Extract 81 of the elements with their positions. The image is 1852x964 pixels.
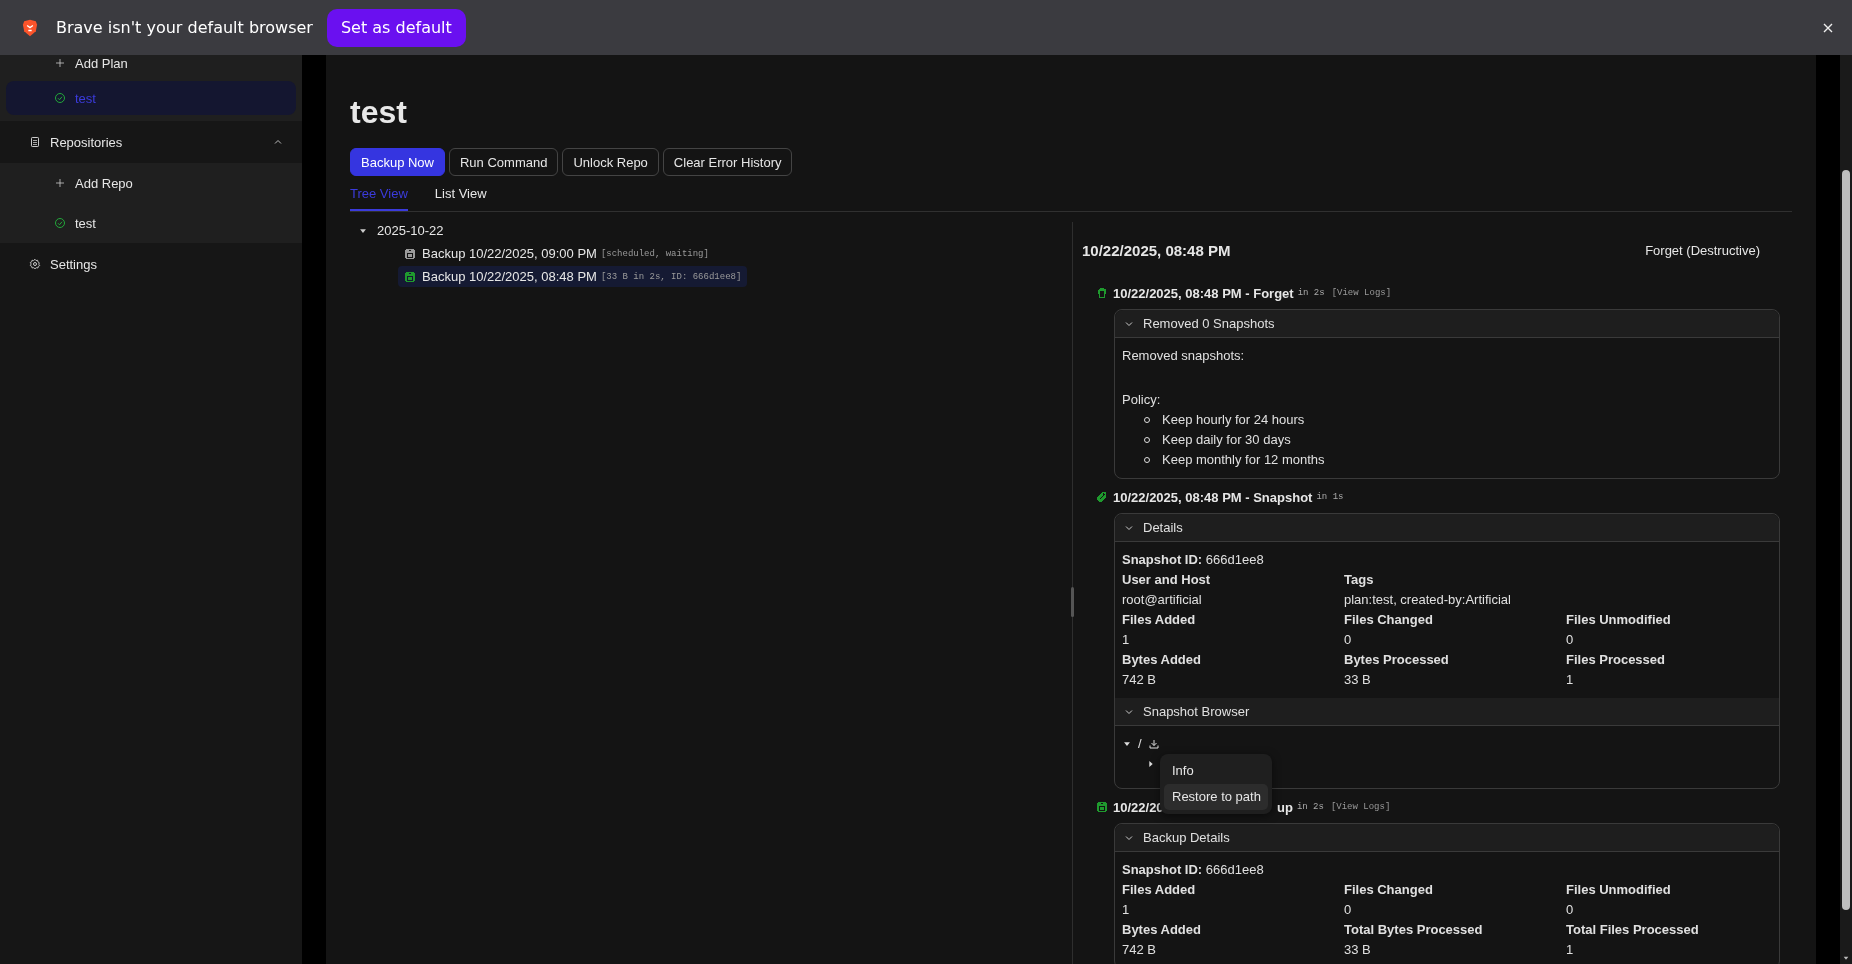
download-icon[interactable]: [1147, 738, 1160, 750]
field-value: 33 B: [1344, 671, 1372, 689]
removed-snapshots-label: Removed snapshots:: [1122, 347, 1246, 365]
field-label: Snapshot ID:: [1122, 862, 1203, 877]
field-label: User and Host: [1122, 571, 1212, 589]
view-logs-link[interactable]: [View Logs]: [1331, 288, 1392, 298]
policy-rule: Keep monthly for 12 months: [1162, 451, 1325, 469]
action-button[interactable]: Clear Error History: [662, 148, 793, 176]
settings-icon: [29, 258, 41, 270]
field-value: 0: [1566, 901, 1575, 919]
policy-rule: Keep daily for 30 days: [1162, 431, 1291, 449]
resize-handle[interactable]: [1071, 587, 1074, 617]
field-label: Files Added: [1122, 881, 1197, 899]
field-value: plan:test, created-by:Artificial: [1344, 591, 1512, 609]
field-value: 0: [1566, 631, 1575, 649]
field-value: 666d1ee8: [1205, 552, 1264, 567]
field-label: Files Processed: [1566, 651, 1666, 669]
field-label: Total Bytes Processed: [1344, 921, 1484, 939]
policy-label: Policy:: [1122, 391, 1162, 409]
sidebar-item[interactable]: Add Repo: [0, 163, 302, 203]
field-value: 1: [1122, 631, 1131, 649]
field-label: Bytes Processed: [1344, 651, 1450, 669]
view-tab[interactable]: List View: [434, 178, 487, 211]
sidebar-group-header[interactable]: Repositories: [0, 121, 302, 163]
plus-icon: [54, 57, 66, 69]
shield-logo-icon: [20, 17, 40, 38]
policy-rule: Keep hourly for 24 hours: [1162, 411, 1305, 429]
field-label: Files Changed: [1344, 611, 1434, 629]
field-label: Tags: [1344, 571, 1375, 589]
check-circle-icon: [54, 217, 66, 229]
field-value: 1: [1122, 901, 1131, 919]
set-default-button[interactable]: Set as default: [326, 8, 466, 47]
field-value: 742 B: [1122, 941, 1157, 959]
sidebar-item[interactable]: test: [0, 203, 302, 243]
action-button[interactable]: Run Command: [449, 148, 559, 176]
field-value: root@artificial: [1122, 591, 1203, 609]
section-header[interactable]: Removed 0 Snapshots: [1115, 310, 1779, 338]
primary-button[interactable]: Backup Now: [350, 148, 445, 176]
backup-tree-item[interactable]: Backup 10/22/2025, 08:48 PM [33 B in 2s, ID: 666d1ee8]: [398, 266, 748, 287]
view-logs-link[interactable]: [View Logs]: [1330, 802, 1391, 812]
operation-title: up: [1277, 799, 1293, 815]
sidebar-item[interactable]: Add Plan: [0, 55, 302, 81]
detail-title: 10/22/2025, 08:48 PM: [1082, 241, 1231, 259]
operation-duration: in 2s: [1297, 288, 1325, 298]
field-value: 666d1ee8: [1205, 862, 1264, 877]
field-label: Files Unmodified: [1566, 611, 1672, 629]
action-button[interactable]: Unlock Repo: [562, 148, 659, 176]
section-header[interactable]: Details: [1115, 514, 1779, 542]
operation-duration: in 2s: [1296, 802, 1324, 812]
field-label: Files Added: [1122, 611, 1197, 629]
section-header[interactable]: Backup Details: [1115, 824, 1779, 852]
tree-date-node[interactable]: 2025-10-22: [358, 223, 444, 238]
field-label: Snapshot ID:: [1122, 552, 1203, 567]
field-label: Files Unmodified: [1566, 881, 1672, 899]
operation-title: 10/22/2025, 08:48 PM - Snapshot: [1113, 489, 1313, 505]
field-value: 742 B: [1122, 671, 1157, 689]
sidebar-item[interactable]: Settings: [0, 243, 302, 285]
path-label[interactable]: /: [1138, 734, 1142, 754]
menu-item[interactable]: Restore to path: [1164, 784, 1268, 810]
backup-tree-item[interactable]: Backup 10/22/2025, 09:00 PM [scheduled, waiting]: [398, 243, 715, 264]
field-value: 1: [1566, 941, 1575, 959]
field-value: 33 B: [1344, 941, 1372, 959]
plan-title: test: [350, 93, 407, 132]
infobar-message: Brave isn't your default browser: [56, 18, 313, 37]
menu-item[interactable]: Info: [1164, 758, 1268, 784]
operation-duration: in 1s: [1316, 492, 1344, 502]
field-value: 0: [1344, 901, 1353, 919]
section-header[interactable]: Snapshot Browser: [1115, 698, 1779, 726]
forget-button[interactable]: Forget (Destructive): [1625, 236, 1780, 264]
field-label: Bytes Added: [1122, 651, 1202, 669]
check-circle-icon: [54, 92, 66, 104]
list-box-icon: [29, 136, 41, 148]
field-label: Total Files Processed: [1566, 921, 1700, 939]
field-value: 0: [1344, 631, 1353, 649]
field-label: Bytes Added: [1122, 921, 1202, 939]
plus-icon: [54, 177, 66, 189]
field-label: Files Changed: [1344, 881, 1434, 899]
scrollbar-thumb[interactable]: [1842, 170, 1850, 910]
scroll-down-arrow-icon[interactable]: [1842, 954, 1850, 962]
field-value: 1: [1566, 671, 1575, 689]
operation-title: 10/22/2025, 08:48 PM - Forget: [1113, 285, 1294, 301]
